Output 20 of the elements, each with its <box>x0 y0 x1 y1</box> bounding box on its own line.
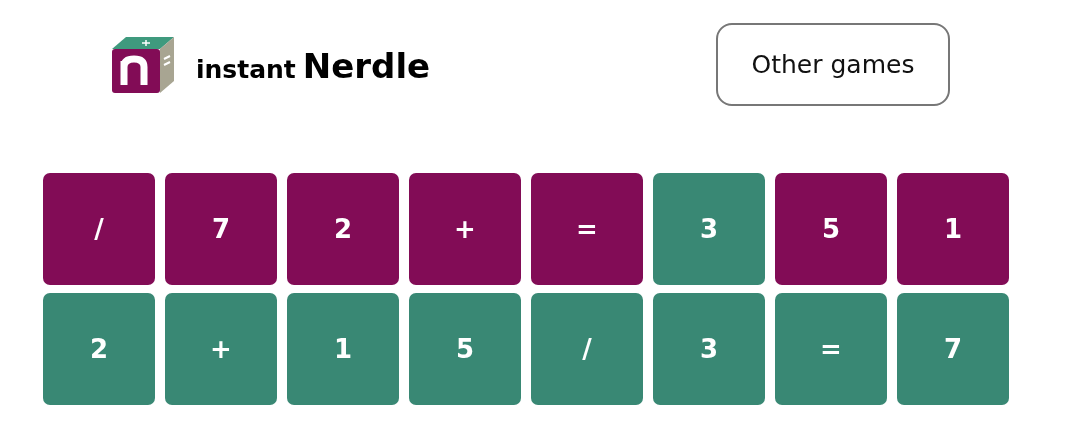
tile: 1 <box>897 173 1009 285</box>
tile: = <box>531 173 643 285</box>
tile: 5 <box>775 173 887 285</box>
tile: 1 <box>287 293 399 405</box>
tile: / <box>43 173 155 285</box>
tile: = <box>775 293 887 405</box>
tile: 5 <box>409 293 521 405</box>
tile: 3 <box>653 173 765 285</box>
brand-name: Nerdle <box>302 46 431 86</box>
tile: 3 <box>653 293 765 405</box>
logo-icon <box>112 36 176 93</box>
tile: 7 <box>165 173 277 285</box>
tile: 7 <box>897 293 1009 405</box>
tile: + <box>409 173 521 285</box>
tile: + <box>165 293 277 405</box>
tile: 2 <box>43 293 155 405</box>
tile: / <box>531 293 643 405</box>
tile: 2 <box>287 173 399 285</box>
brand-prefix: instant <box>196 54 296 84</box>
other-games-button[interactable]: Other games <box>716 22 950 106</box>
